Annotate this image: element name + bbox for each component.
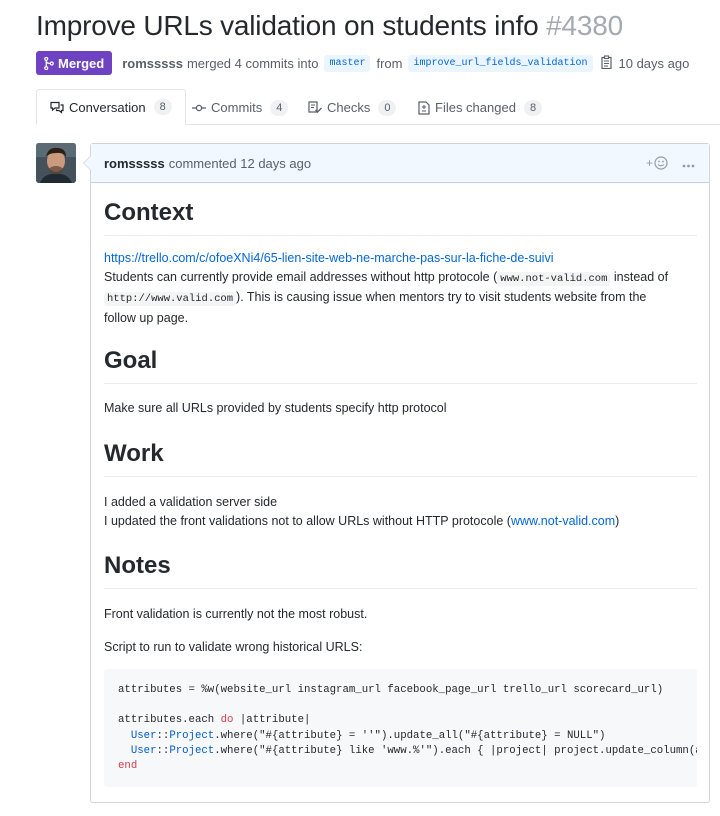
code-block: attributes = %w(website_url instagram_ur… [104, 669, 697, 787]
kebab-horizontal-icon [682, 164, 695, 168]
heading-notes: Notes [104, 552, 171, 579]
inline-code: http://www.valid.com [104, 292, 237, 306]
divider [104, 235, 697, 236]
tab-counter: 8 [153, 99, 172, 115]
divider [104, 383, 697, 384]
paragraph-goal: Make sure all URLs provided by students … [104, 401, 447, 415]
merge-time: 10 days ago [618, 55, 690, 71]
tab-checks[interactable]: Checks 0 [308, 90, 397, 125]
paragraph-notes-1: Front validation is currently not the mo… [104, 607, 368, 621]
merge-text: merged 4 commits into [186, 55, 319, 71]
heading-context: Context [104, 199, 194, 226]
checklist-icon [308, 101, 322, 113]
tab-counter: 4 [270, 99, 289, 116]
trello-link[interactable]: https://trello.com/c/ofoeXNi4/65-lien-si… [104, 251, 553, 265]
comment-box: romsssss commented 12 days ago + Context… [83, 143, 710, 803]
paragraph-context: https://trello.com/c/ofoeXNi4/65-lien-si… [104, 251, 669, 325]
tab-commits[interactable]: Commits 4 [192, 90, 289, 125]
git-commit-icon [192, 104, 206, 111]
add-reaction-button[interactable]: + [646, 156, 668, 170]
pr-tabs: Conversation 8 Commits 4 Checks 0 Files cha… [36, 89, 720, 125]
divider [104, 588, 697, 589]
comment-discussion-icon [50, 101, 64, 114]
tab-files-changed[interactable]: Files changed 8 [418, 90, 543, 125]
comment-time: commented 12 days ago [168, 155, 312, 171]
tab-counter: 0 [378, 99, 397, 116]
status-badge: Merged [36, 51, 113, 75]
example-link[interactable]: www.not-valid.com [511, 514, 615, 528]
pr-title: Improve URLs validation on students info… [36, 10, 623, 41]
pr-number: #4380 [546, 10, 623, 41]
paragraph-notes-2: Script to run to validate wrong historic… [104, 640, 363, 654]
paragraph-work: I added a validation server side I updat… [104, 495, 620, 528]
heading-goal: Goal [104, 347, 158, 374]
comment-menu-button[interactable] [682, 155, 695, 171]
git-merge-icon [44, 56, 54, 70]
inline-code: www.not-valid.com [497, 271, 611, 286]
smiley-icon [654, 156, 668, 170]
clipboard-icon[interactable] [600, 54, 613, 72]
divider [104, 476, 697, 477]
avatar[interactable] [36, 143, 76, 183]
base-branch[interactable]: master [324, 54, 371, 72]
comment-author-link[interactable]: romsssss [104, 156, 165, 171]
tab-counter: 8 [523, 99, 543, 116]
heading-work: Work [104, 440, 164, 467]
tab-conversation[interactable]: Conversation 8 [36, 89, 186, 125]
comment-header: romsssss commented 12 days ago + [91, 144, 709, 183]
from-text: from [376, 55, 403, 71]
pr-meta: Merged romsssss merged 4 commits into ma… [36, 51, 689, 75]
pr-author-link[interactable]: romsssss [122, 56, 183, 71]
comment-actions: + [646, 155, 695, 171]
file-diff-icon [418, 100, 430, 115]
head-branch[interactable]: improve_url_fields_validation [408, 54, 593, 72]
